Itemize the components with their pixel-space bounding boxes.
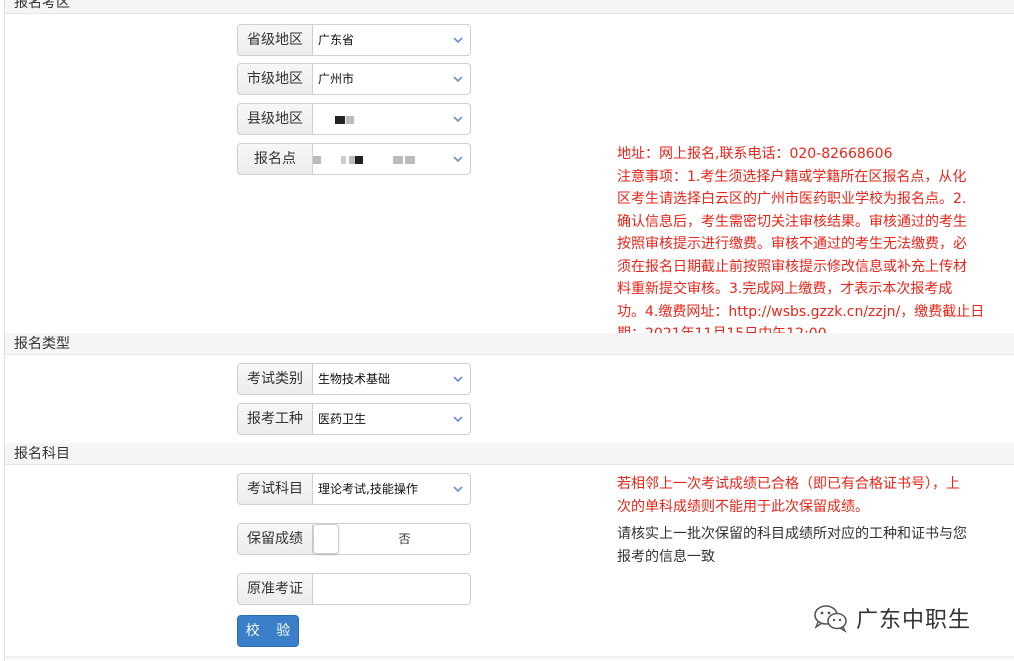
- redacted-block: [355, 156, 363, 164]
- notice-line: 须在报名日期截止前按照审核提示修改信息或补充上传材: [617, 258, 967, 275]
- redacted-block: [393, 156, 403, 164]
- province-value: 广东省: [318, 33, 355, 47]
- chevron-down-icon: [453, 37, 463, 44]
- section-header-registration-subject: 报名科目: [5, 443, 1014, 465]
- notice-line: 料重新提交审核。3.完成网上缴费，才表示本次报考成: [617, 281, 953, 297]
- chevron-down-icon: [453, 376, 463, 383]
- subject-notice: 若相邻上一次考试成绩已合格（即已有合格证书号），上 次的单科成绩则不能用于此次保…: [617, 473, 1012, 518]
- county-label: 县级地区: [237, 103, 313, 135]
- exam-category-label: 考试类别: [237, 363, 313, 395]
- county-select[interactable]: [313, 103, 471, 135]
- chevron-down-icon: [453, 416, 463, 423]
- original-ticket-label: 原准考证: [237, 573, 313, 605]
- province-label: 省级地区: [237, 24, 313, 56]
- watermark: 广东中职生: [812, 600, 971, 636]
- province-select[interactable]: 广东省: [313, 24, 471, 56]
- toggle-knob[interactable]: [313, 524, 339, 554]
- watermark-text: 广东中职生: [856, 608, 972, 633]
- keep-score-notice: 请核实上一批次保留的科目成绩所对应的工种和证书与您 报考的信息一致: [617, 523, 1012, 568]
- notice-line: 地址：网上报名,联系电话：020-82668606: [617, 146, 893, 162]
- site-notice: 地址：网上报名,联系电话：020-82668606 注意事项：1.考生须选择户籍…: [617, 143, 1012, 346]
- wechat-icon: [814, 605, 847, 633]
- notice-line: 功。4.缴费网址：http://wsbs.gzzk.cn/zzjn/，缴费截止日: [617, 303, 985, 320]
- notice-line: 按照审核提示进行缴费。审核不通过的考生无法缴费，必: [617, 236, 967, 252]
- section-header-registration-type: 报名类型: [5, 333, 1014, 355]
- city-label: 市级地区: [237, 63, 313, 95]
- section-header-exam-area: 报名考区: [5, 0, 1014, 14]
- keep-score-toggle[interactable]: 否: [313, 523, 471, 555]
- chevron-down-icon: [453, 486, 463, 493]
- exam-category-value: 生物技术基础: [318, 372, 391, 386]
- original-ticket-input[interactable]: [313, 573, 471, 605]
- notice-line: 报考的信息一致: [617, 548, 715, 565]
- redacted-block: [313, 156, 321, 164]
- city-value: 广州市: [318, 72, 355, 86]
- redacted-block: [341, 156, 346, 164]
- site-label: 报名点: [237, 143, 313, 175]
- exam-subject-label: 考试科目: [237, 473, 313, 505]
- redacted-block: [405, 156, 415, 164]
- chevron-down-icon: [453, 116, 463, 123]
- job-type-label: 报考工种: [237, 403, 313, 435]
- job-type-select[interactable]: 医药卫生: [313, 403, 471, 435]
- verify-button[interactable]: 校 验: [237, 615, 299, 647]
- notice-line: 请核实上一批次保留的科目成绩所对应的工种和证书与您: [617, 526, 967, 542]
- notice-line: 注意事项：1.考生须选择户籍或学籍所在区报名点，从化: [617, 168, 967, 185]
- job-type-value: 医药卫生: [318, 412, 367, 426]
- page-left-border: [4, 0, 5, 661]
- notice-line: 区考生请选择白云区的广州市医药职业学校为报名点。2.: [617, 191, 967, 207]
- city-select[interactable]: 广州市: [313, 63, 471, 95]
- exam-subject-value: 理论考试,技能操作: [318, 482, 418, 496]
- notice-line: 若相邻上一次考试成绩已合格（即已有合格证书号），上: [617, 476, 960, 492]
- chevron-down-icon: [453, 76, 463, 83]
- exam-category-select[interactable]: 生物技术基础: [313, 363, 471, 395]
- chevron-down-icon: [453, 156, 463, 163]
- site-select[interactable]: [313, 143, 471, 175]
- redacted-block: [346, 116, 354, 124]
- bottom-shadow: [5, 656, 1014, 661]
- notice-line: 次的单科成绩则不能用于此次保留成绩。: [617, 498, 869, 515]
- keep-score-value: 否: [398, 532, 411, 546]
- notice-line: 确认信息后，考生需密切关注审核结果。审核通过的考生: [617, 213, 967, 230]
- keep-score-label: 保留成绩: [237, 523, 313, 555]
- exam-subject-select[interactable]: 理论考试,技能操作: [313, 473, 471, 505]
- redacted-block: [335, 116, 345, 124]
